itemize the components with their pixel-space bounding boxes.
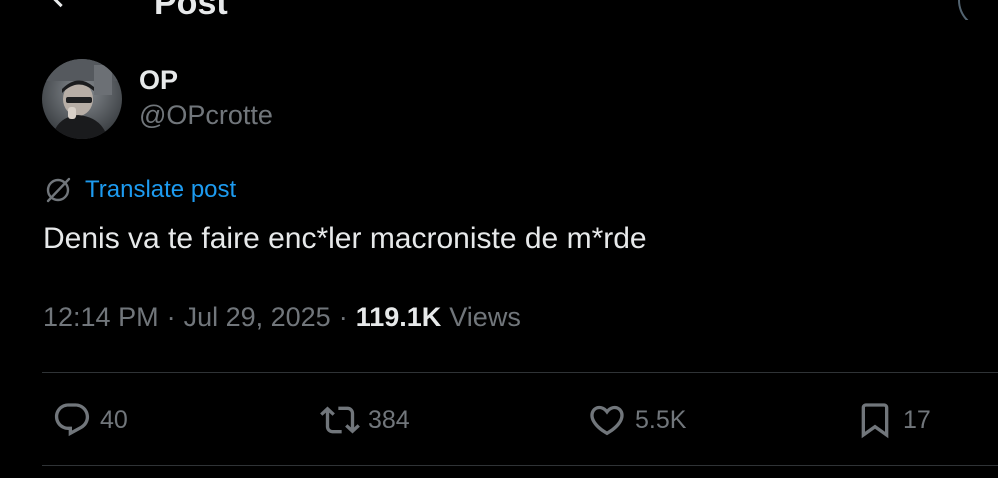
post-body-text: Denis va te faire enc*ler macroniste de … [43, 222, 647, 255]
reply-button[interactable]: 40 [50, 397, 128, 443]
globe-translate-icon [43, 175, 73, 205]
author-display-name[interactable]: OP [139, 62, 273, 98]
divider [42, 465, 998, 466]
views-label: Views [449, 302, 521, 332]
bookmark-button[interactable]: 17 [853, 397, 931, 443]
heart-icon [585, 398, 629, 442]
post-time[interactable]: 12:14 PM [43, 298, 159, 336]
avatar[interactable] [42, 59, 122, 139]
reply-bubble-icon [50, 398, 94, 442]
like-count: 5.5K [635, 406, 687, 434]
like-button[interactable]: 5.5K [585, 397, 686, 443]
meta-separator: · [166, 302, 176, 332]
arrow-left-icon [44, 0, 80, 19]
post-metadata: 12:14 PM · Jul 29, 2025 · 119.1K Views [43, 298, 521, 336]
bookmark-icon [853, 398, 897, 442]
page-title: Post [154, 0, 228, 20]
back-button[interactable] [40, 0, 84, 18]
top-bar: Post [0, 0, 998, 20]
bookmark-count: 17 [903, 406, 931, 434]
author-handle[interactable]: @OPcrotte [139, 98, 273, 132]
views-count[interactable]: 119.1K [356, 298, 442, 336]
post-author: OP @OPcrotte [42, 58, 273, 140]
reply-count: 40 [100, 406, 128, 434]
translate-post-link[interactable]: Translate post [43, 173, 236, 207]
divider [42, 372, 998, 373]
repost-button[interactable]: 384 [318, 397, 410, 443]
repost-count: 384 [368, 406, 410, 434]
header-action-button[interactable] [958, 0, 998, 20]
meta-separator: · [338, 302, 348, 332]
translate-post-label: Translate post [85, 176, 237, 203]
repost-arrows-icon [318, 398, 362, 442]
post-date[interactable]: Jul 29, 2025 [184, 298, 331, 336]
